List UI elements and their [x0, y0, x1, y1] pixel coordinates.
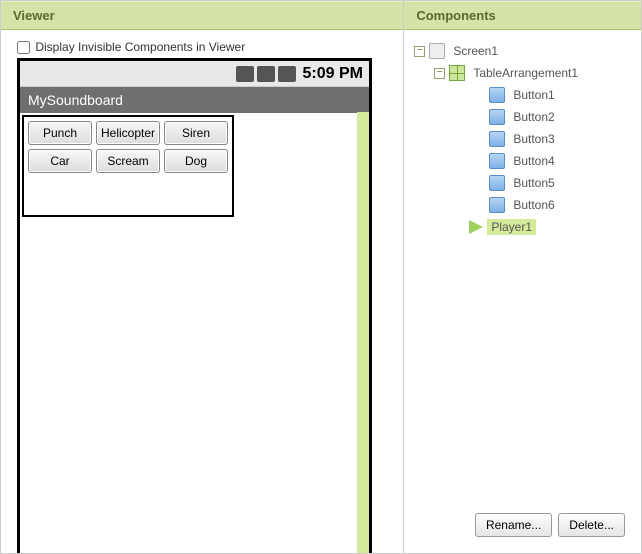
display-invisible-checkbox[interactable] [17, 41, 30, 54]
display-invisible-row[interactable]: Display Invisible Components in Viewer [17, 40, 393, 54]
tree-label[interactable]: Button4 [509, 153, 558, 169]
display-invisible-label: Display Invisible Components in Viewer [35, 40, 245, 54]
components-panel: Components − Screen1 − TableArrangement1 [404, 1, 641, 553]
table-icon [449, 65, 465, 81]
tree-label[interactable]: Button3 [509, 131, 558, 147]
table-row: Punch Helicopter Siren [26, 119, 230, 147]
button-icon [489, 87, 505, 103]
components-header: Components [404, 1, 641, 30]
button-punch[interactable]: Punch [28, 121, 92, 145]
button-icon [489, 197, 505, 213]
button-car[interactable]: Car [28, 149, 92, 173]
network-icon [236, 66, 254, 82]
button-icon [489, 175, 505, 191]
table-row: Car Scream Dog [26, 147, 230, 175]
delete-button[interactable]: Delete... [558, 513, 625, 537]
player-icon [469, 220, 483, 234]
table-arrangement[interactable]: Punch Helicopter Siren Car Scream Dog [22, 115, 234, 217]
tree-node-button[interactable]: Button5 [414, 172, 631, 194]
collapse-icon[interactable]: − [434, 68, 445, 79]
tree-node-screen[interactable]: − Screen1 [414, 40, 631, 62]
button-siren[interactable]: Siren [164, 121, 228, 145]
tree-node-player[interactable]: Player1 [414, 216, 631, 238]
app-title-bar: MySoundboard [20, 87, 369, 113]
tree-node-button[interactable]: Button3 [414, 128, 631, 150]
viewer-panel: Viewer Display Invisible Components in V… [1, 1, 404, 553]
tree-label[interactable]: Button6 [509, 197, 558, 213]
button-dog[interactable]: Dog [164, 149, 228, 173]
button-icon [489, 109, 505, 125]
rename-button[interactable]: Rename... [475, 513, 552, 537]
button-scream[interactable]: Scream [96, 149, 160, 173]
screen-icon [429, 43, 445, 59]
battery-icon [278, 66, 296, 82]
tree-node-button[interactable]: Button6 [414, 194, 631, 216]
status-bar: 5:09 PM [20, 61, 369, 87]
signal-icon [257, 66, 275, 82]
component-tree: − Screen1 − TableArrangement1 Button1 [414, 40, 631, 238]
tree-node-table[interactable]: − TableArrangement1 [414, 62, 631, 84]
tree-label[interactable]: TableArrangement1 [469, 65, 582, 81]
viewer-edge-strip [357, 112, 369, 553]
device-frame: 5:09 PM MySoundboard Punch Helicopter Si… [17, 58, 372, 553]
tree-node-button[interactable]: Button4 [414, 150, 631, 172]
tree-label[interactable]: Player1 [487, 219, 536, 235]
button-helicopter[interactable]: Helicopter [96, 121, 160, 145]
viewer-header: Viewer [1, 1, 403, 30]
tree-node-button[interactable]: Button1 [414, 84, 631, 106]
tree-label[interactable]: Button2 [509, 109, 558, 125]
tree-label[interactable]: Button1 [509, 87, 558, 103]
clock-label: 5:09 PM [303, 65, 363, 83]
tree-label[interactable]: Screen1 [449, 43, 502, 59]
collapse-icon[interactable]: − [414, 46, 425, 57]
tree-label[interactable]: Button5 [509, 175, 558, 191]
tree-node-button[interactable]: Button2 [414, 106, 631, 128]
component-actions: Rename... Delete... [475, 513, 625, 537]
button-icon [489, 153, 505, 169]
button-icon [489, 131, 505, 147]
